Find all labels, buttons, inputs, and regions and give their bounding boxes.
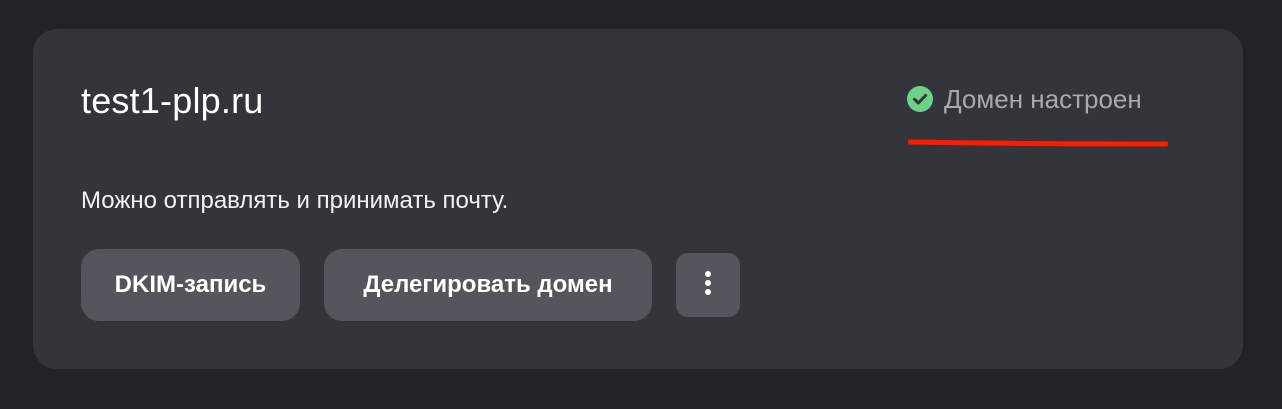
delegate-domain-button-label: Делегировать домен [363,271,613,298]
status-underline-annotation [908,139,1168,147]
check-circle-icon [907,86,933,112]
domain-card: test1-plp.ru Домен настроен Можно отправ… [33,29,1243,369]
more-vertical-icon [704,270,712,301]
dkim-record-button[interactable]: DKIM-запись [81,249,300,321]
dkim-record-button-label: DKIM-запись [114,271,267,298]
more-options-button[interactable] [676,253,740,317]
status-description: Можно отправлять и принимать почту. [81,187,509,214]
domain-title: test1-plp.ru [81,80,264,121]
domain-status: Домен настроен [907,84,1142,114]
delegate-domain-button[interactable]: Делегировать домен [324,249,652,321]
status-text: Домен настроен [944,84,1142,114]
